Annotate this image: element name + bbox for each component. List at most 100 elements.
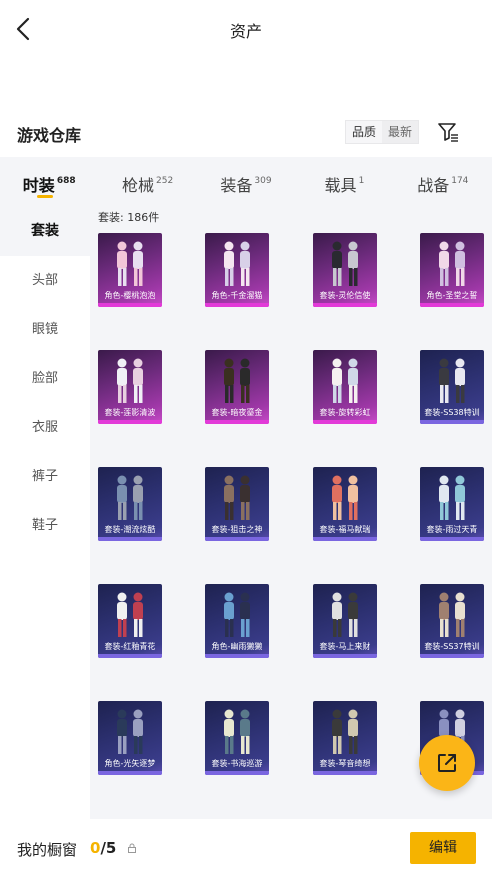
outfit-figure-icon xyxy=(332,358,358,403)
grid-item[interactable]: 套装-红釉青花 xyxy=(98,584,162,658)
tab-vehicles[interactable]: 载具 1 xyxy=(295,157,393,207)
grid-item[interactable]: 套装-琴音绮想 xyxy=(313,701,377,775)
outfit-figure-icon xyxy=(332,709,358,754)
quality-bar xyxy=(205,303,269,307)
quality-bar xyxy=(98,537,162,541)
item-name: 角色-千金溜猫 xyxy=(211,291,263,300)
item-name: 角色-光矢逐梦 xyxy=(104,759,156,768)
sub-category-head[interactable]: 头部 xyxy=(0,256,90,305)
grid-item[interactable]: 套装-书海巡游 xyxy=(205,701,269,775)
sub-category-pants[interactable]: 裤子 xyxy=(0,452,90,501)
tab-label: 时装 xyxy=(22,176,55,195)
share-button[interactable] xyxy=(419,735,475,791)
item-card: 套装-SS37特训 xyxy=(420,584,484,658)
item-card: 角色-光矢逐梦 xyxy=(98,701,162,775)
quality-bar xyxy=(313,654,377,658)
outfit-figure-icon xyxy=(117,592,143,637)
item-card: 套装-旋转彩虹 xyxy=(313,350,377,424)
item-name: 角色-樱桃泡泡 xyxy=(104,291,156,300)
grid-item[interactable]: 角色-樱桃泡泡 xyxy=(98,233,162,307)
quality-bar xyxy=(98,303,162,307)
item-grid: 套装: 186件 角色-樱桃泡泡 角色-千金溜猫 套装-灵伦信使 角色-圣堂之誓 套装-… xyxy=(90,207,492,819)
page-title: 资产 xyxy=(229,22,262,41)
outfit-figure-icon xyxy=(332,241,358,286)
item-name: 套装-琴音绮想 xyxy=(319,759,371,768)
outfit-figure-icon xyxy=(224,709,250,754)
sub-category-outfit[interactable]: 套装 xyxy=(0,207,90,256)
item-card: 套装-潮流炫酷 xyxy=(98,467,162,541)
tab-supplies[interactable]: 战备 174 xyxy=(394,157,492,207)
grid-item[interactable]: 角色-圣堂之誓 xyxy=(420,233,484,307)
share-external-icon xyxy=(438,754,456,772)
grid-item[interactable]: 角色-千金溜猫 xyxy=(205,233,269,307)
outfit-figure-icon xyxy=(332,592,358,637)
item-card: 套装-福马献瑞 xyxy=(313,467,377,541)
item-card: 套装-暗夜鎏金 xyxy=(205,350,269,424)
outfit-figure-icon xyxy=(224,241,250,286)
item-card: 角色-千金溜猫 xyxy=(205,233,269,307)
showcase-count: 0/5 xyxy=(90,839,116,857)
grid-item[interactable]: 套装-莲影清波 xyxy=(98,350,162,424)
outfit-figure-icon xyxy=(224,592,250,637)
item-name: 套装-狙击之神 xyxy=(211,525,263,534)
item-card: 套装-灵伦信使 xyxy=(313,233,377,307)
sort-by-quality[interactable]: 品质 xyxy=(346,121,382,143)
outfit-figure-icon xyxy=(224,358,250,403)
item-card: 套装-马上来财 xyxy=(313,584,377,658)
quality-bar xyxy=(205,537,269,541)
tab-fashion[interactable]: 时装 688 xyxy=(0,157,98,207)
edit-button[interactable]: 编辑 xyxy=(410,832,476,864)
quality-bar xyxy=(420,420,484,424)
grid-item[interactable]: 套装-灵伦信使 xyxy=(313,233,377,307)
filter-button[interactable] xyxy=(436,120,460,144)
item-card: 套装-狙击之神 xyxy=(205,467,269,541)
showcase-bar: 我的橱窗 0/5 编辑 xyxy=(0,819,492,876)
quality-bar xyxy=(313,537,377,541)
sort-by-newest[interactable]: 最新 xyxy=(382,121,419,143)
grid-item[interactable]: 角色-幽雨獭獭 xyxy=(205,584,269,658)
quality-bar xyxy=(205,420,269,424)
item-name: 套装-马上来财 xyxy=(319,642,371,651)
item-name: 角色-幽雨獭獭 xyxy=(211,642,263,651)
grid-item[interactable]: 套装-旋转彩虹 xyxy=(313,350,377,424)
item-card: 套装-SS38特训 xyxy=(420,350,484,424)
grid-item[interactable]: 套装-马上来财 xyxy=(313,584,377,658)
tab-count: 309 xyxy=(254,176,272,186)
outfit-figure-icon xyxy=(117,475,143,520)
grid-item[interactable]: 套装-福马献瑞 xyxy=(313,467,377,541)
sub-category-face[interactable]: 脸部 xyxy=(0,354,90,403)
item-card: 套装-莲影清波 xyxy=(98,350,162,424)
quality-bar xyxy=(313,303,377,307)
item-name: 套装-福马献瑞 xyxy=(319,525,371,534)
outfit-figure-icon xyxy=(439,241,465,286)
tab-count: 1 xyxy=(358,176,365,186)
sub-category-glasses[interactable]: 眼镜 xyxy=(0,305,90,354)
sub-category-shoes[interactable]: 鞋子 xyxy=(0,501,90,550)
category-tabs: 时装 688 枪械 252 装备 309 载具 1 战备 174 xyxy=(0,157,492,207)
item-name: 套装-红釉青花 xyxy=(104,642,156,651)
item-name: 套装-莲影清波 xyxy=(104,408,156,417)
grid-item[interactable]: 套装-雨过天青 xyxy=(420,467,484,541)
outfit-figure-icon xyxy=(117,709,143,754)
grid-item[interactable]: 角色-光矢逐梦 xyxy=(98,701,162,775)
sort-toggle: 品质 最新 xyxy=(345,120,420,144)
tab-equipment[interactable]: 装备 309 xyxy=(197,157,295,207)
item-card: 套装-红釉青花 xyxy=(98,584,162,658)
quality-bar xyxy=(420,537,484,541)
sub-category-clothes[interactable]: 衣服 xyxy=(0,403,90,452)
quality-bar xyxy=(313,420,377,424)
showcase-total: /5 xyxy=(100,839,117,857)
outfit-figure-icon xyxy=(439,358,465,403)
grid-item[interactable]: 套装-潮流炫酷 xyxy=(98,467,162,541)
grid-item[interactable]: 套装-SS38特训 xyxy=(420,350,484,424)
tab-count: 174 xyxy=(451,176,469,186)
grid-item[interactable]: 套装-SS37特训 xyxy=(420,584,484,658)
lock-icon[interactable] xyxy=(127,843,137,853)
grid-item[interactable]: 套装-暗夜鎏金 xyxy=(205,350,269,424)
item-name: 套装-书海巡游 xyxy=(211,759,263,768)
item-name: 套装-雨过天青 xyxy=(426,525,478,534)
tab-label: 枪械 xyxy=(122,176,155,195)
item-name: 套装-暗夜鎏金 xyxy=(211,408,263,417)
grid-item[interactable]: 套装-狙击之神 xyxy=(205,467,269,541)
tab-guns[interactable]: 枪械 252 xyxy=(98,157,196,207)
